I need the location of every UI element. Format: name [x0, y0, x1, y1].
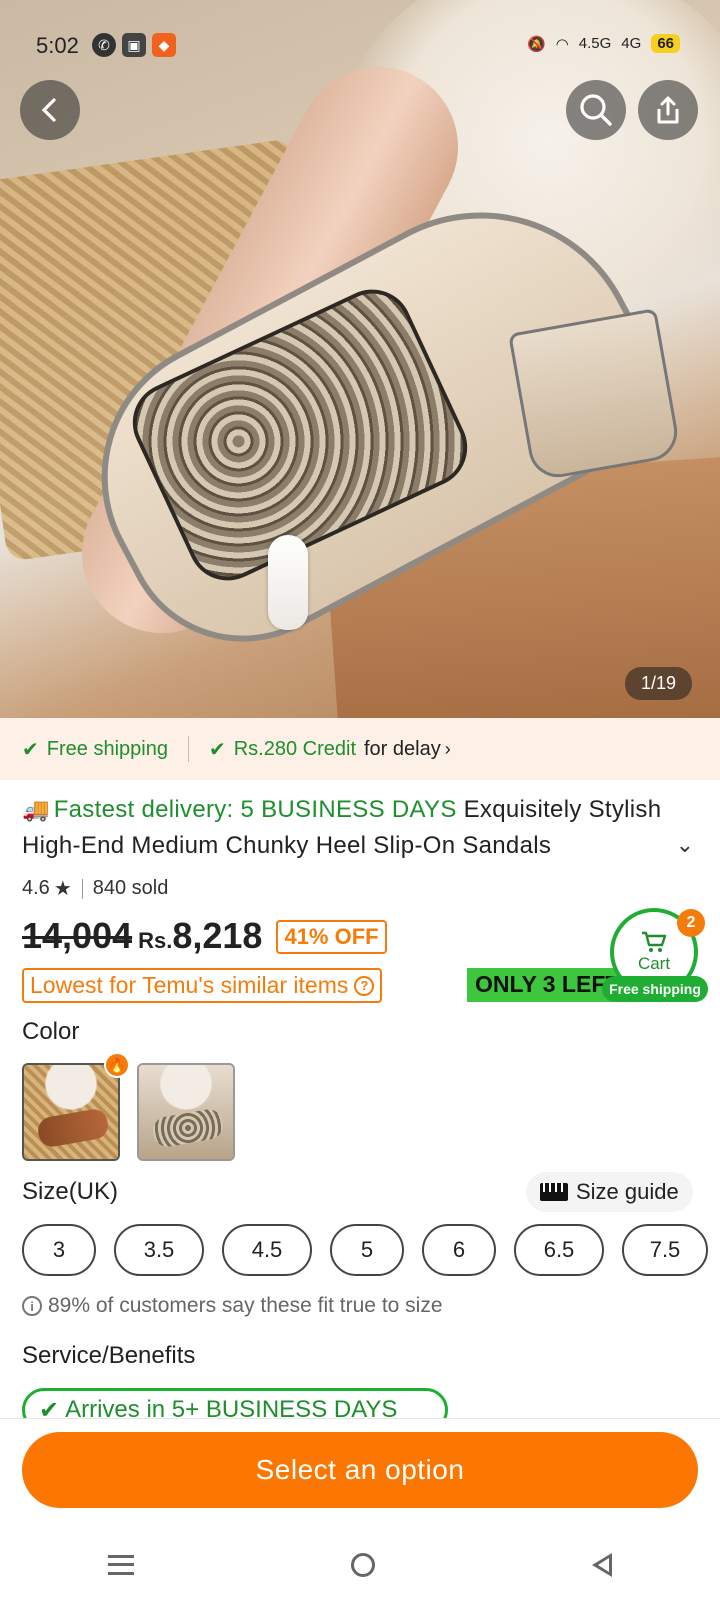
share-icon	[657, 96, 679, 124]
divider	[187, 736, 189, 762]
cart-icon	[642, 931, 667, 952]
cart-label: Cart	[637, 954, 671, 973]
battery-icon: 66	[651, 34, 680, 53]
cart-count-badge: 2	[677, 909, 705, 937]
size-option[interactable]: 7.5	[622, 1224, 708, 1276]
currency-prefix: Rs.	[138, 928, 173, 953]
size-option[interactable]: 3.5	[114, 1224, 204, 1276]
credit-suffix: for delay	[364, 737, 441, 760]
fit-note-text: 89% of customers say these fit true to s…	[48, 1294, 443, 1317]
size-options: 3 3.5 4.5 5 6 6.5 7.5	[22, 1224, 708, 1276]
temu-icon: ◆	[152, 33, 176, 57]
shipping-strip[interactable]: ✔ Free shipping ✔ Rs.280 Credit for dela…	[0, 718, 720, 780]
whatsapp-icon: ✆	[92, 33, 116, 57]
image-counter: 1/19	[624, 667, 692, 700]
status-bar: 5:02 ✆ ▣ ◆ 🔕 ◠ 4.5G 4G 66	[0, 0, 720, 90]
app-notification-icon: ▣	[122, 33, 146, 57]
help-icon: ?	[354, 975, 375, 996]
original-price: 14,004	[22, 915, 133, 956]
image-sandal-heel	[508, 308, 682, 482]
share-button[interactable]	[638, 80, 698, 140]
size-option[interactable]: 6.5	[514, 1224, 604, 1276]
divider	[81, 878, 83, 899]
back-triangle-icon[interactable]	[591, 1553, 612, 1577]
size-option[interactable]: 6	[422, 1224, 496, 1276]
chevron-down-icon[interactable]: ⌄	[676, 832, 694, 858]
size-option[interactable]: 5	[330, 1224, 404, 1276]
home-icon[interactable]	[350, 1553, 375, 1577]
status-right: 🔕 ◠ 4.5G 4G 66	[527, 34, 680, 53]
signal-2: 4G	[621, 35, 642, 52]
size-option[interactable]: 3	[22, 1224, 96, 1276]
check-icon: ✔	[208, 738, 226, 761]
size-guide-button[interactable]: Size guide	[526, 1172, 693, 1212]
chevron-right-icon: ›	[444, 738, 451, 759]
ruler-icon	[540, 1183, 568, 1201]
hot-icon: 🔥	[104, 1052, 130, 1078]
color-label: Color	[22, 1018, 80, 1045]
fit-note: i 89% of customers say these fit true to…	[22, 1294, 443, 1318]
title-fade	[560, 828, 660, 864]
sold-count: 840 sold	[92, 877, 169, 899]
status-app-icons: ✆ ▣ ◆	[92, 33, 176, 57]
fastest-delivery: Fastest delivery: 5 BUSINESS DAYS	[53, 796, 457, 823]
back-button[interactable]	[20, 80, 80, 140]
cart-free-shipping: Free shipping	[602, 976, 708, 1002]
search-button[interactable]	[566, 80, 626, 140]
status-time: 5:02	[36, 33, 79, 58]
chevron-left-icon	[41, 98, 56, 122]
size-label: Size(UK)	[22, 1178, 119, 1205]
lowest-price-label: Lowest for Temu's similar items	[30, 972, 349, 998]
size-option[interactable]: 4.5	[222, 1224, 312, 1276]
color-option-snake[interactable]	[137, 1063, 235, 1161]
wifi-icon: ◠	[555, 35, 569, 53]
info-icon: i	[22, 1296, 42, 1316]
discount-badge: 41% OFF	[276, 920, 387, 954]
rating-value: 4.6	[22, 877, 50, 899]
free-shipping-label: Free shipping	[46, 737, 168, 760]
current-price: 8,218	[172, 915, 263, 956]
system-nav-bar	[0, 1530, 720, 1600]
lowest-price-badge[interactable]: Lowest for Temu's similar items ?	[22, 968, 383, 1003]
stock-badge: ONLY 3 LEFT	[467, 968, 617, 1002]
menu-icon[interactable]	[108, 1555, 135, 1575]
truck-icon: 🚚	[22, 797, 50, 822]
check-icon: ✔	[22, 738, 39, 761]
credit-label: Rs.280 Credit	[233, 737, 356, 760]
select-option-button[interactable]: Select an option	[22, 1432, 698, 1508]
size-guide-label: Size guide	[576, 1179, 679, 1204]
signal-1: 4.5G	[578, 35, 612, 52]
service-label: Service/Benefits	[22, 1342, 196, 1369]
mute-icon: 🔕	[526, 35, 546, 53]
image-nail	[268, 535, 308, 630]
color-option-brown[interactable]	[22, 1063, 120, 1161]
search-icon	[580, 94, 612, 126]
rating-row[interactable]: 4.6 ★ 840 sold	[22, 876, 168, 901]
star-icon: ★	[53, 878, 72, 900]
price-row: 14,004 Rs. 8,218 41% OFF	[22, 915, 387, 958]
